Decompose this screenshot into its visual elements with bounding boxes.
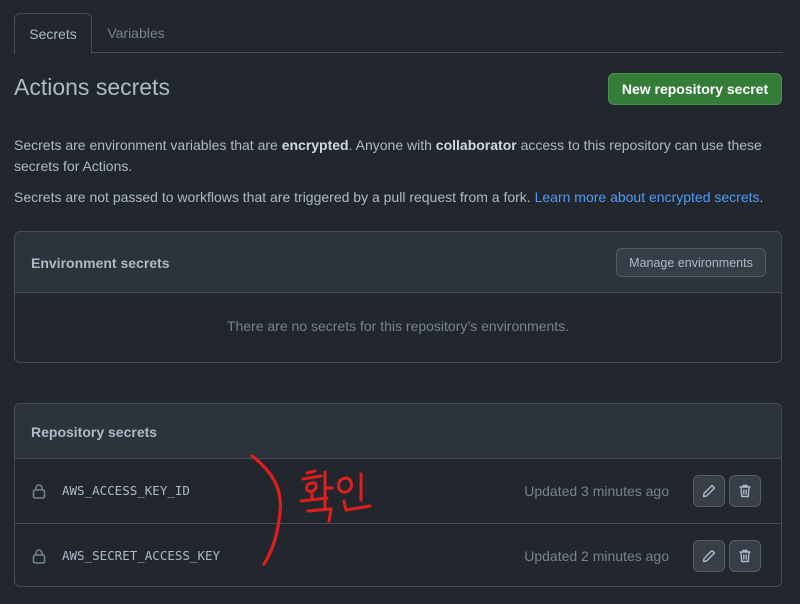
secret-updated-time: Updated 2 minutes ago (524, 548, 669, 564)
delete-secret-button[interactable] (729, 540, 761, 572)
pencil-icon (702, 484, 716, 498)
description-text: Secrets are not passed to workflows that… (14, 189, 535, 205)
repository-secrets-header: Repository secrets (15, 404, 781, 459)
trash-icon (739, 484, 751, 498)
secret-name: AWS_ACCESS_KEY_ID (62, 483, 190, 498)
environment-secrets-box: Environment secrets Manage environments … (14, 231, 782, 363)
trash-icon (739, 549, 751, 563)
description-bold-encrypted: encrypted (281, 137, 349, 153)
description-text: . Anyone with (348, 137, 436, 153)
delete-secret-button[interactable] (729, 475, 761, 507)
new-repository-secret-button[interactable]: New repository secret (608, 73, 782, 105)
secret-row: AWS_ACCESS_KEY_ID Updated 3 minutes ago (15, 459, 781, 523)
secret-updated-time: Updated 3 minutes ago (524, 483, 669, 499)
edit-secret-button[interactable] (693, 540, 725, 572)
fork-description: Secrets are not passed to workflows that… (14, 187, 784, 208)
repository-secrets-box: Repository secrets AWS_ACCESS_KEY_ID Upd… (14, 403, 782, 587)
page-title: Actions secrets (14, 74, 170, 100)
environment-secrets-title: Environment secrets (31, 255, 170, 271)
pencil-icon (702, 549, 716, 563)
handwritten-annotation (250, 454, 372, 566)
learn-more-link[interactable]: Learn more about encrypted secrets (535, 189, 760, 205)
secret-row: AWS_SECRET_ACCESS_KEY Updated 2 minutes … (15, 523, 781, 586)
description-text: . (759, 189, 764, 205)
tab-secrets[interactable]: Secrets (14, 13, 92, 54)
lock-icon (32, 484, 46, 499)
environment-secrets-header: Environment secrets Manage environments (15, 232, 781, 293)
tab-bar: Secrets Variables (14, 13, 783, 54)
description-text: Secrets are environment variables that a… (14, 137, 282, 153)
tab-variables[interactable]: Variables (92, 13, 180, 53)
empty-environments-message: There are no secrets for this repository… (226, 318, 570, 334)
actions-secrets-page: Secrets Variables Actions secrets New re… (0, 0, 800, 604)
manage-environments-button[interactable]: Manage environments (616, 248, 766, 277)
repository-secrets-title: Repository secrets (31, 424, 158, 440)
lock-icon (32, 549, 46, 564)
secrets-description: Secrets are environment variables that a… (14, 135, 784, 177)
secret-name: AWS_SECRET_ACCESS_KEY (62, 548, 221, 563)
description-bold-collaborator: collaborator (435, 137, 517, 153)
edit-secret-button[interactable] (693, 475, 725, 507)
